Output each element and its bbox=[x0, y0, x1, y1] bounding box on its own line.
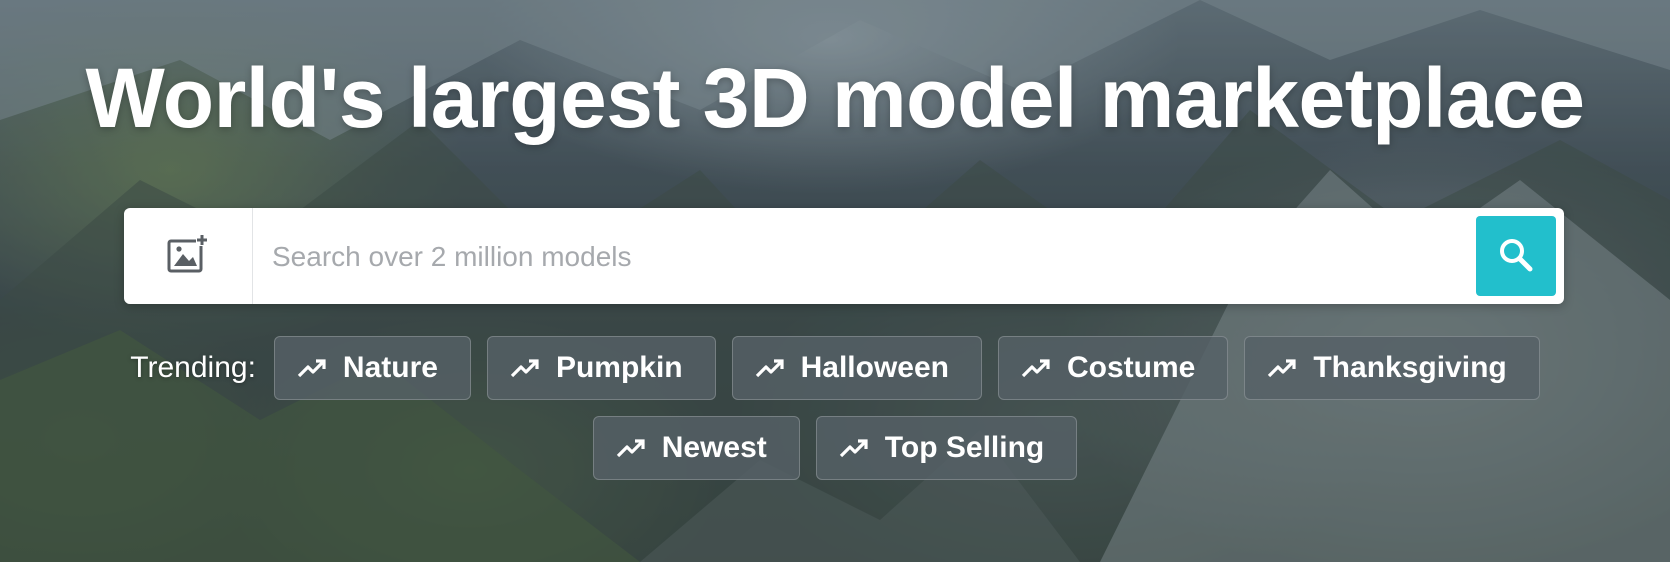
trending-chip-pumpkin[interactable]: Pumpkin bbox=[486, 336, 716, 400]
image-plus-icon bbox=[166, 232, 210, 281]
trending-up-icon bbox=[839, 437, 869, 459]
trending-chip-label: Nature bbox=[342, 351, 438, 384]
trending-chip-label: Top Selling bbox=[884, 431, 1045, 464]
page-title: World's largest 3D model marketplace bbox=[85, 51, 1585, 145]
trending-chip-top-selling[interactable]: Top Selling bbox=[815, 416, 1078, 480]
trending-chip-costume[interactable]: Costume bbox=[998, 336, 1229, 400]
trending-chip-newest[interactable]: Newest bbox=[592, 416, 800, 480]
image-search-button[interactable] bbox=[124, 208, 253, 304]
trending-chip-nature[interactable]: Nature bbox=[273, 336, 471, 400]
trending-up-icon bbox=[1021, 357, 1051, 379]
trending-up-icon bbox=[616, 437, 646, 459]
search-bar bbox=[124, 208, 1574, 304]
trending-up-icon bbox=[297, 357, 327, 379]
trending-chip-label: Pumpkin bbox=[555, 351, 683, 384]
trending-chip-label: Costume bbox=[1067, 351, 1196, 384]
trending-chip-halloween[interactable]: Halloween bbox=[731, 336, 982, 400]
search-input[interactable] bbox=[270, 226, 1574, 288]
hero-banner: World's largest 3D model marketplace Sea… bbox=[0, 0, 1670, 562]
magnifier-icon bbox=[1497, 236, 1535, 277]
trending-chip-label: Halloween bbox=[800, 351, 949, 384]
search-button[interactable] bbox=[1476, 216, 1556, 296]
trending-chip-thanksgiving[interactable]: Thanksgiving bbox=[1244, 336, 1540, 400]
trending-row: Trending: Nature Pumpkin Halloween Costu… bbox=[0, 336, 1670, 400]
trending-up-icon bbox=[1267, 357, 1297, 379]
trending-chip-label: Thanksgiving bbox=[1313, 351, 1507, 384]
trending-up-icon bbox=[510, 357, 540, 379]
trending-row: Newest Top Selling bbox=[0, 416, 1670, 480]
trending-chip-label: Newest bbox=[661, 431, 767, 464]
trending-label: Trending: bbox=[130, 351, 256, 384]
trending-up-icon bbox=[755, 357, 785, 379]
